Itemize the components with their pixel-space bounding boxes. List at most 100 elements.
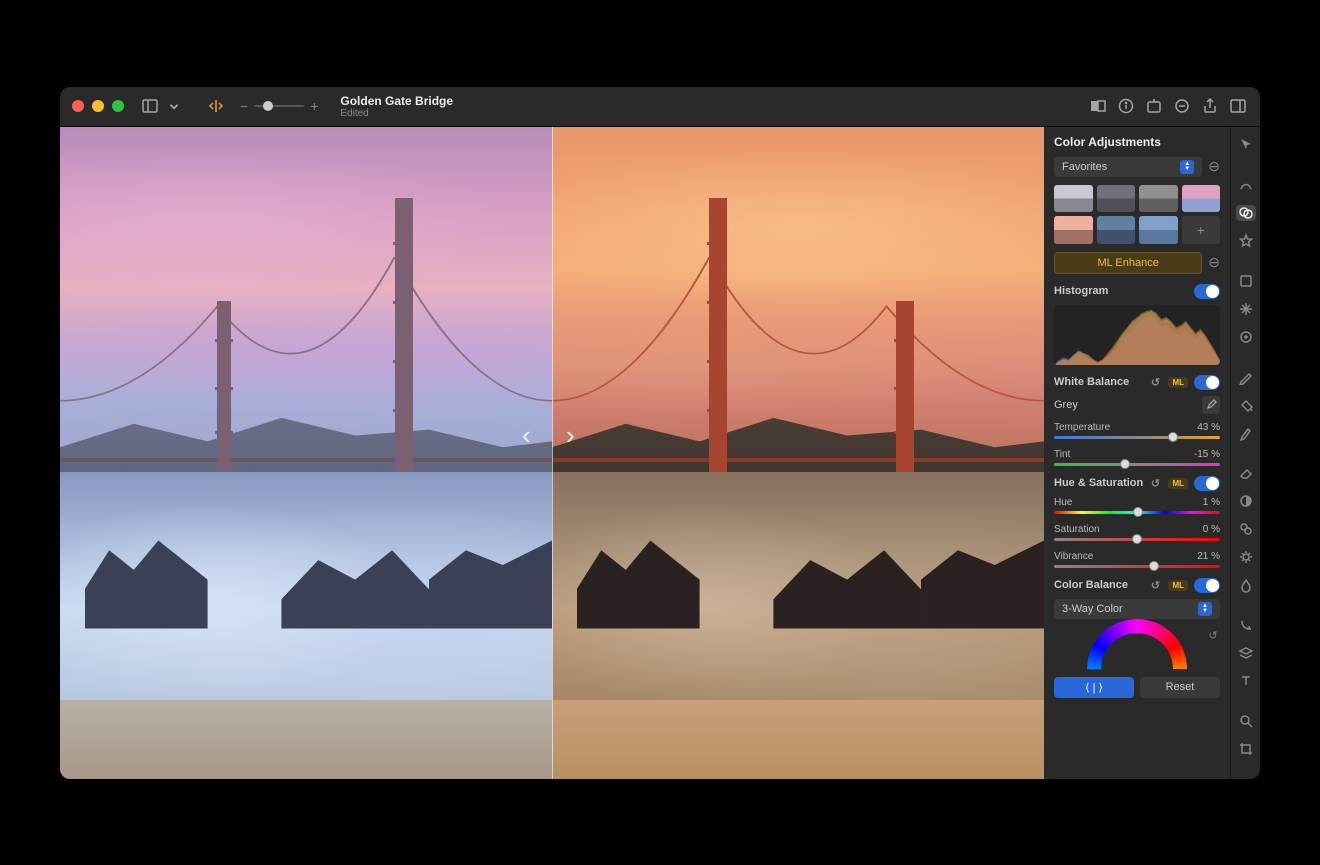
smudge-tool-icon[interactable]: [1236, 577, 1256, 593]
fullscreen-window-button[interactable]: [112, 100, 124, 112]
white-balance-label: White Balance: [1054, 376, 1129, 388]
color-wheel[interactable]: ↺: [1054, 619, 1220, 669]
grey-eyedropper-icon[interactable]: [1202, 396, 1220, 414]
repair-tool-icon[interactable]: [1236, 329, 1256, 345]
shape-tool-icon[interactable]: [1236, 273, 1256, 289]
hue-saturation-label: Hue & Saturation: [1054, 477, 1143, 489]
add-preset-button[interactable]: +: [1182, 216, 1221, 244]
adjust-colors-tool-icon[interactable]: [1236, 205, 1256, 221]
close-window-button[interactable]: [72, 100, 84, 112]
eraser-tool-icon[interactable]: [1236, 465, 1256, 481]
saturation-label: Saturation: [1054, 524, 1100, 535]
image-after: [552, 127, 1044, 779]
info-icon[interactable]: [1116, 96, 1136, 116]
reset-button[interactable]: Reset: [1140, 677, 1220, 698]
inspector-toggle-icon[interactable]: [1228, 96, 1248, 116]
ml-enhance-button[interactable]: ML Enhance: [1054, 252, 1202, 274]
sparkle-tool-icon[interactable]: [1236, 301, 1256, 317]
tool-sidebar: [1230, 127, 1260, 779]
image-before: [60, 127, 552, 779]
document-status: Edited: [340, 108, 453, 119]
white-balance-reset-icon[interactable]: ↺: [1148, 375, 1162, 389]
minimize-window-button[interactable]: [92, 100, 104, 112]
preset-thumbnail[interactable]: [1054, 216, 1093, 244]
zoom-out-button[interactable]: −: [240, 98, 248, 114]
clone-tool-icon[interactable]: [1236, 521, 1256, 537]
brush-tool-icon[interactable]: [1236, 425, 1256, 441]
temperature-label: Temperature: [1054, 422, 1110, 433]
preset-thumbnail[interactable]: [1139, 185, 1178, 213]
ml-enhance-remove-button[interactable]: ⊖: [1208, 254, 1220, 271]
before-after-icon[interactable]: [1088, 96, 1108, 116]
zoom-tool-icon[interactable]: [1236, 713, 1256, 729]
hue-saturation-ml-badge[interactable]: ML: [1168, 478, 1188, 489]
preset-thumbnail[interactable]: [1054, 185, 1093, 213]
white-balance-toggle[interactable]: [1194, 375, 1220, 390]
share-icon[interactable]: [1200, 96, 1220, 116]
presets-dropdown[interactable]: Favorites ▲▼: [1054, 157, 1202, 177]
presets-grid: +: [1054, 185, 1220, 244]
hue-saturation-reset-icon[interactable]: ↺: [1148, 476, 1162, 490]
gradient-tool-icon[interactable]: [1236, 493, 1256, 509]
brightness-tool-icon[interactable]: [1236, 549, 1256, 565]
vibrance-value: 21 %: [1197, 551, 1220, 562]
traffic-lights: [72, 100, 124, 112]
vibrance-slider[interactable]: [1054, 565, 1220, 568]
view-menu-chevron-icon[interactable]: [168, 96, 180, 116]
type-tool-icon[interactable]: [1236, 673, 1256, 689]
sidebar-toggle-icon[interactable]: [140, 96, 160, 116]
remove-preset-button[interactable]: ⊖: [1208, 158, 1220, 175]
zoom-in-button[interactable]: +: [310, 98, 318, 114]
document-title: Golden Gate Bridge Edited: [340, 94, 453, 119]
vibrance-label: Vibrance: [1054, 551, 1093, 562]
freeform-tool-icon[interactable]: [1236, 177, 1256, 193]
color-balance-toggle[interactable]: [1194, 578, 1220, 593]
inspector-title: Color Adjustments: [1054, 135, 1220, 149]
histogram-chart: [1054, 305, 1220, 365]
temperature-slider[interactable]: [1054, 436, 1220, 439]
saturation-slider[interactable]: [1054, 538, 1220, 541]
crop-tool-icon[interactable]: [1236, 741, 1256, 757]
white-balance-ml-badge[interactable]: ML: [1168, 377, 1188, 388]
temperature-value: 43 %: [1197, 422, 1220, 433]
color-balance-label: Color Balance: [1054, 579, 1128, 591]
titlebar: − + Golden Gate Bridge Edited: [60, 87, 1260, 127]
effects-menu-icon[interactable]: [1172, 96, 1192, 116]
hue-saturation-toggle[interactable]: [1194, 476, 1220, 491]
tint-value: -15 %: [1194, 449, 1220, 460]
zoom-slider[interactable]: [254, 105, 304, 107]
hue-slider[interactable]: [1054, 511, 1220, 514]
hue-value: 1 %: [1203, 497, 1220, 508]
tint-label: Tint: [1054, 449, 1070, 460]
canvas[interactable]: ‹ ›: [60, 127, 1044, 779]
arrow-tool-icon[interactable]: [1236, 137, 1256, 153]
effects-tool-icon[interactable]: [1236, 233, 1256, 249]
grey-label: Grey: [1054, 399, 1078, 411]
compare-prev-button[interactable]: ‹: [522, 420, 531, 451]
color-balance-mode-dropdown[interactable]: 3-Way Color ▲▼: [1054, 599, 1220, 619]
preset-thumbnail[interactable]: [1182, 185, 1221, 213]
color-wheel-reset-icon[interactable]: ↺: [1206, 629, 1220, 643]
compare-button[interactable]: ⟨ | ⟩: [1054, 677, 1134, 698]
zoom-control[interactable]: − +: [240, 98, 318, 114]
preset-thumbnail[interactable]: [1097, 185, 1136, 213]
hue-label: Hue: [1054, 497, 1072, 508]
presets-dropdown-label: Favorites: [1062, 161, 1107, 173]
color-balance-ml-badge[interactable]: ML: [1168, 580, 1188, 591]
extensions-icon[interactable]: [1144, 96, 1164, 116]
preset-thumbnail[interactable]: [1139, 216, 1178, 244]
preset-thumbnail[interactable]: [1097, 216, 1136, 244]
compare-tool-icon[interactable]: [206, 96, 226, 116]
document-name: Golden Gate Bridge: [340, 94, 453, 108]
quick-selection-tool-icon[interactable]: [1236, 617, 1256, 633]
histogram-toggle[interactable]: [1194, 284, 1220, 299]
color-balance-reset-icon[interactable]: ↺: [1148, 578, 1162, 592]
tint-slider[interactable]: [1054, 463, 1220, 466]
saturation-value: 0 %: [1203, 524, 1220, 535]
layers-tool-icon[interactable]: [1236, 645, 1256, 661]
compare-divider[interactable]: [552, 127, 553, 779]
fill-tool-icon[interactable]: [1236, 397, 1256, 413]
pen-tool-icon[interactable]: [1236, 369, 1256, 385]
compare-next-button[interactable]: ›: [566, 420, 575, 451]
app-window: − + Golden Gate Bridge Edited: [60, 87, 1260, 779]
